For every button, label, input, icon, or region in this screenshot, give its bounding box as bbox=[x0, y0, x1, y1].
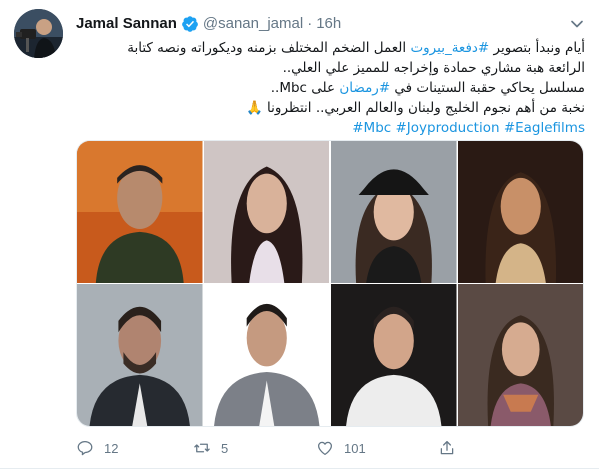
hashtag-link[interactable]: #رمضان bbox=[339, 80, 390, 96]
text-span: العمل الضخم المختلف بزمنه وديكوراته ونصه… bbox=[127, 40, 411, 56]
tweet-card[interactable]: Jamal Sannan @sanan_jamal · 16h أيام ونب… bbox=[0, 0, 599, 469]
reply-icon bbox=[77, 440, 93, 456]
heart-icon bbox=[317, 441, 333, 456]
author-handle[interactable]: @sanan_jamal bbox=[203, 14, 303, 34]
tweet-timestamp[interactable]: 16h bbox=[316, 14, 341, 34]
media-grid[interactable] bbox=[76, 140, 584, 427]
tweet-text-line: مسلسل يحاكي حقبة الستينات في #رمضان على … bbox=[76, 78, 585, 98]
photo-woman-smiling bbox=[457, 141, 583, 283]
reply-count: 12 bbox=[104, 440, 119, 456]
retweet-button[interactable]: 5 bbox=[193, 437, 228, 459]
media-image-left[interactable] bbox=[77, 141, 329, 426]
tweet-text: أيام ونبدأ بتصوير #دفعة_بيروت العمل الضخ… bbox=[76, 38, 585, 138]
tweet-text-line: أيام ونبدأ بتصوير #دفعة_بيروت العمل الضخ… bbox=[76, 38, 585, 58]
like-button[interactable]: 101 bbox=[316, 437, 366, 459]
header-separator: · bbox=[307, 15, 313, 32]
text-span: أيام ونبدأ بتصوير bbox=[489, 40, 585, 56]
share-icon bbox=[440, 440, 454, 455]
tweet-header: Jamal Sannan @sanan_jamal · 16h bbox=[76, 14, 341, 34]
photo-man-dark-shirt bbox=[77, 141, 203, 283]
photo-man-grey-suit bbox=[203, 284, 329, 426]
photo-man-white-shirt bbox=[331, 284, 457, 426]
reply-button[interactable]: 12 bbox=[76, 437, 118, 459]
hashtag-link[interactable]: #دفعة_بيروت bbox=[410, 40, 489, 56]
author-name[interactable]: Jamal Sannan bbox=[76, 14, 177, 34]
tweet-text-line: الرائعة هبة مشاري حمادة وإخراجه للمميز ع… bbox=[76, 58, 585, 78]
photo-woman-scarf bbox=[457, 284, 583, 426]
like-count: 101 bbox=[344, 440, 366, 456]
text-span: نخبة من أهم نجوم الخليج ولبنان والعالم ا… bbox=[262, 100, 585, 116]
retweet-count: 5 bbox=[221, 440, 229, 456]
media-image-right[interactable] bbox=[331, 141, 583, 426]
avatar[interactable] bbox=[14, 9, 63, 58]
share-button[interactable] bbox=[438, 437, 456, 459]
chevron-down-icon[interactable] bbox=[567, 14, 587, 34]
verified-badge-icon bbox=[182, 16, 198, 32]
tweet-text-line: نخبة من أهم نجوم الخليج ولبنان والعالم ا… bbox=[76, 98, 585, 118]
pray-emoji: 🙏 bbox=[245, 100, 263, 116]
retweet-icon bbox=[194, 443, 210, 453]
tweet-actions: 12 5 101 bbox=[76, 437, 584, 459]
photo-woman-long-hair bbox=[203, 141, 329, 283]
text-span: مسلسل يحاكي حقبة الستينات في bbox=[390, 80, 585, 96]
text-span: على Mbc.. bbox=[270, 80, 340, 96]
text-span: الرائعة هبة مشاري حمادة وإخراجه للمميز ع… bbox=[282, 60, 585, 76]
photo-man-beard-suit bbox=[77, 284, 203, 426]
photo-woman-black-cap bbox=[331, 141, 457, 283]
hashtags-line[interactable]: #Mbc #Joyproduction #Eaglefilms bbox=[76, 118, 585, 138]
